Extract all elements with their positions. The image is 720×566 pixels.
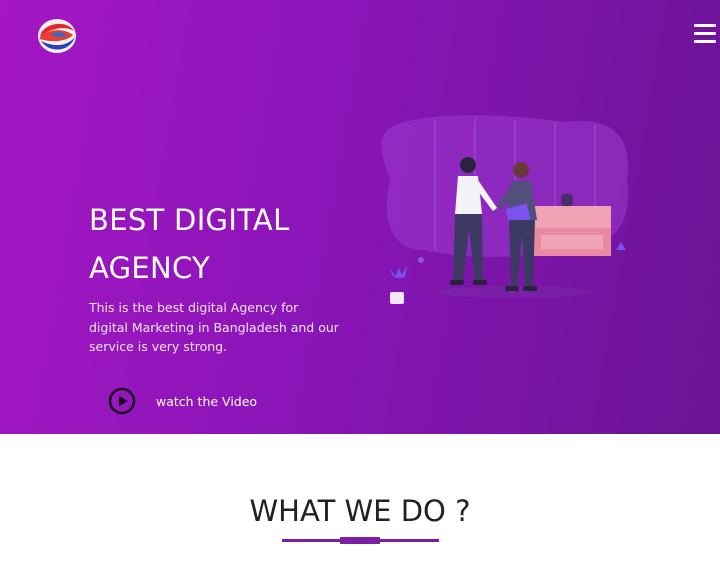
hamburger-menu-icon[interactable] bbox=[694, 24, 716, 46]
brand-logo-icon[interactable] bbox=[37, 17, 77, 55]
menu-bar bbox=[694, 32, 716, 35]
menu-bar bbox=[694, 40, 716, 43]
menu-bar bbox=[694, 24, 716, 27]
watch-video-link[interactable]: watch the Video bbox=[108, 387, 257, 415]
hero-title-line-2: AGENCY bbox=[89, 251, 211, 285]
hero-description: This is the best digital Agency for digi… bbox=[89, 300, 339, 354]
hero-title-line-1: BEST DIGITAL bbox=[89, 203, 290, 237]
hero-section: BEST DIGITAL AGENCY This is the best dig… bbox=[0, 0, 720, 434]
watch-video-label[interactable]: watch the Video bbox=[156, 394, 257, 409]
play-circle-icon[interactable] bbox=[108, 387, 136, 415]
hero-title: BEST DIGITAL AGENCY bbox=[89, 196, 409, 292]
section-title: WHAT WE DO ? bbox=[249, 494, 471, 528]
section-title-underline-accent bbox=[340, 537, 380, 544]
business-handshake-illustration bbox=[381, 115, 629, 304]
